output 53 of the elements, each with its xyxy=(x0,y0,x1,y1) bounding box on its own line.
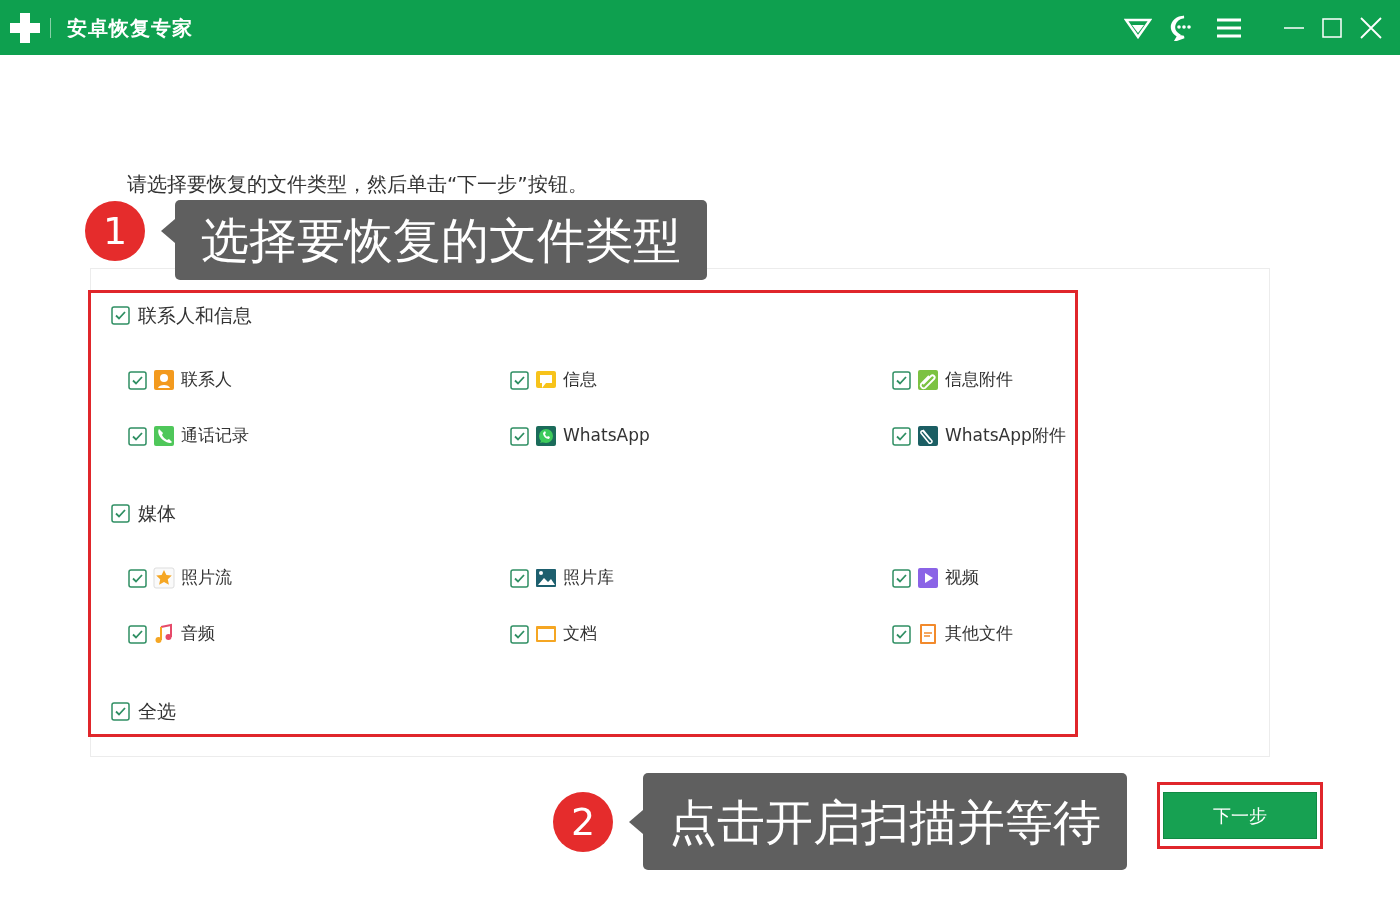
image-icon xyxy=(535,567,557,589)
callout-pointer xyxy=(161,219,175,243)
document-icon xyxy=(917,623,939,645)
checkbox[interactable] xyxy=(510,568,529,588)
plus-logo-icon xyxy=(8,10,42,45)
play-icon xyxy=(917,567,939,589)
callout-text: 点击开启扫描并等待 xyxy=(643,773,1127,870)
paperclip-icon xyxy=(917,369,939,391)
checkbox-label[interactable]: 其他文件 xyxy=(945,621,1013,647)
checkbox-label[interactable]: 视频 xyxy=(945,565,979,591)
checkbox[interactable] xyxy=(892,370,911,390)
paperclip-icon xyxy=(917,425,939,447)
chat-bubble-icon xyxy=(535,425,557,447)
checkbox-label[interactable]: 通话记录 xyxy=(181,423,249,449)
checkbox-label[interactable]: 信息附件 xyxy=(945,367,1013,393)
instruction-text: 请选择要恢复的文件类型，然后单击“下一步”按钮。 xyxy=(126,171,589,196)
close-icon[interactable] xyxy=(1360,16,1382,39)
contact-card-icon xyxy=(153,369,175,391)
window-title: 安卓恢复专家 xyxy=(67,14,193,42)
checkbox[interactable] xyxy=(892,624,911,644)
checkbox[interactable] xyxy=(128,624,147,644)
checkbox[interactable] xyxy=(128,568,147,588)
checkbox-label[interactable]: 联系人 xyxy=(181,367,232,393)
checkbox-label[interactable]: 文档 xyxy=(563,621,597,647)
maximize-icon[interactable] xyxy=(1322,17,1342,38)
checkbox[interactable] xyxy=(510,426,529,446)
step-number: 2 xyxy=(553,792,613,852)
menu-icon[interactable] xyxy=(1216,17,1242,38)
checkbox[interactable] xyxy=(128,426,147,446)
checkbox-label[interactable]: 照片流 xyxy=(181,565,232,591)
checkbox[interactable] xyxy=(892,426,911,446)
checkbox-label[interactable]: WhatsApp附件 xyxy=(945,423,1066,449)
checkbox[interactable] xyxy=(510,624,529,644)
callout-pointer xyxy=(629,810,643,834)
checkbox[interactable] xyxy=(111,503,130,523)
phone-icon xyxy=(153,425,175,447)
checkbox-label[interactable]: 信息 xyxy=(563,367,597,393)
checkbox-label[interactable]: 音频 xyxy=(181,621,215,647)
checkbox[interactable] xyxy=(510,370,529,390)
checkbox[interactable] xyxy=(111,701,130,721)
callout-text: 选择要恢复的文件类型 xyxy=(175,200,707,280)
checkbox-label[interactable]: 联系人和信息 xyxy=(138,300,252,330)
step-number: 1 xyxy=(85,201,145,261)
checkbox-label[interactable]: WhatsApp xyxy=(563,423,650,449)
checkbox[interactable] xyxy=(111,305,130,325)
message-icon xyxy=(535,369,557,391)
checkbox-label[interactable]: 照片库 xyxy=(563,565,614,591)
folder-icon xyxy=(535,623,557,645)
checkbox[interactable] xyxy=(892,568,911,588)
checkbox-label[interactable]: 全选 xyxy=(138,696,176,726)
music-note-icon xyxy=(153,623,175,645)
checkbox-label[interactable]: 媒体 xyxy=(138,498,176,528)
checkbox[interactable] xyxy=(128,370,147,390)
